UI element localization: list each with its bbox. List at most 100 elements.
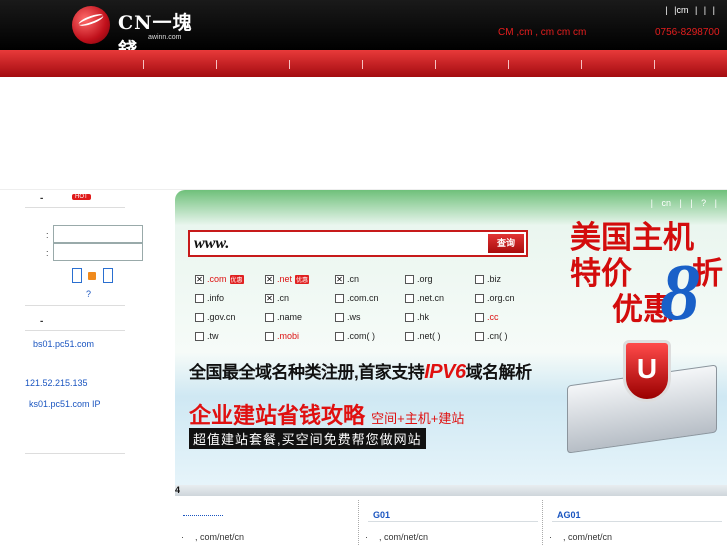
main-nav	[0, 50, 727, 77]
tld-checkbox[interactable]	[265, 312, 274, 322]
password-input[interactable]	[53, 243, 143, 261]
tld-option[interactable]: .name	[265, 312, 302, 322]
promo-package-line[interactable]: 超值建站套餐,买空间免费帮您做网站	[189, 428, 426, 449]
tld-option[interactable]: .hk	[405, 312, 429, 322]
tld-option[interactable]: ✕ .com 优惠	[195, 274, 244, 284]
tld-label: .ws	[347, 312, 361, 322]
nav-separator	[435, 60, 436, 69]
promo-website-sub: 空间+主机+建站	[371, 411, 465, 426]
tld-checkbox[interactable]	[405, 312, 414, 322]
tld-option[interactable]: .biz	[475, 274, 501, 284]
dns-server-2[interactable]: ks01.pc51.com IP	[29, 399, 101, 409]
tld-checkbox[interactable]	[195, 331, 204, 341]
dns-server-1[interactable]: bs01.pc51.com	[33, 339, 94, 349]
tld-option[interactable]: .tw	[195, 331, 219, 341]
tld-checkbox[interactable]	[475, 312, 484, 322]
tld-option[interactable]: .net.cn	[405, 293, 444, 303]
nav-separator	[508, 60, 509, 69]
tld-checkbox[interactable]	[405, 331, 414, 341]
tld-option[interactable]: .info	[195, 293, 224, 303]
product-col-3-title[interactable]: AG01	[557, 510, 581, 520]
top-links[interactable]: | |cm | | |	[665, 5, 715, 15]
tld-label: .net( )	[417, 331, 441, 341]
tld-checkbox[interactable]	[475, 293, 484, 303]
tld-option[interactable]: ✕ .cn	[335, 274, 359, 284]
divider	[368, 521, 538, 522]
tld-option[interactable]: .org	[405, 274, 433, 284]
tld-checkbox[interactable]	[475, 274, 484, 284]
usa-hosting-promo[interactable]: 美国主机 特价折 优惠	[570, 220, 723, 328]
tld-checkbox[interactable]	[405, 274, 414, 284]
tld-option[interactable]: .cc	[475, 312, 499, 322]
tld-option[interactable]: .cn( )	[475, 331, 508, 341]
tld-checkbox[interactable]	[335, 331, 344, 341]
logo-emblem-icon	[72, 6, 110, 44]
tld-label: .cn	[277, 293, 290, 303]
tld-checkbox[interactable]: ✕	[265, 293, 274, 303]
product-col-2-text: , com/net/cn	[379, 532, 429, 542]
tld-option[interactable]: .gov.cn	[195, 312, 235, 322]
discount-badge: 优惠	[295, 274, 310, 284]
dns-section-title: -	[40, 316, 44, 327]
forgot-password-link[interactable]: ?	[86, 289, 91, 299]
domain-search-input[interactable]	[194, 234, 484, 253]
tld-option[interactable]: .mobi	[265, 331, 299, 341]
section-strip: 4	[175, 485, 727, 496]
promo-website-line[interactable]: 企业建站省钱攻略 空间+主机+建站	[189, 398, 464, 430]
dns-ip: 121.52.215.135	[25, 378, 88, 388]
username-input[interactable]	[53, 225, 143, 243]
product-col-1-title[interactable]	[183, 515, 223, 516]
password-label: :	[46, 248, 49, 258]
discount-badge: 优惠	[229, 274, 244, 284]
tld-checkbox[interactable]: ✕	[265, 274, 274, 284]
usa-discount-line: 特价折	[570, 256, 723, 292]
tld-checkbox[interactable]	[265, 331, 274, 341]
tld-option[interactable]: .com( )	[335, 331, 375, 341]
captcha-icon	[88, 272, 96, 280]
tld-label: .gov.cn	[207, 312, 236, 322]
tld-checkbox[interactable]: ✕	[335, 274, 344, 284]
tld-checkbox[interactable]	[405, 293, 414, 303]
tld-option[interactable]: .net( )	[405, 331, 441, 341]
tld-checkbox[interactable]	[335, 293, 344, 303]
tld-checkbox[interactable]	[335, 312, 344, 322]
tld-label: .org	[417, 274, 433, 284]
top-info-text: CM ,cm , cm cm cm	[498, 27, 587, 38]
login-button[interactable]	[72, 268, 82, 283]
tld-label: .tw	[207, 331, 219, 341]
tld-label: .cn	[347, 274, 360, 284]
usa-eight-digit: 8	[660, 249, 700, 337]
login-section-title: -	[40, 193, 44, 204]
divider	[25, 305, 125, 306]
tld-option[interactable]: ✕ .net 优惠	[265, 274, 310, 284]
tld-option[interactable]: .ws	[335, 312, 361, 322]
tld-label: .com	[207, 274, 227, 284]
promo-ipv6-text-a: 全国最全域名种类注册,首家支持	[189, 363, 425, 382]
phone-number: 0756-8298700	[655, 27, 720, 38]
product-col-3-bullet-icon: ·	[549, 532, 552, 542]
nav-separator	[362, 60, 363, 69]
tld-label: .biz	[487, 274, 502, 284]
tld-option[interactable]: .com.cn	[335, 293, 379, 303]
tld-checkbox[interactable]: ✕	[195, 274, 204, 284]
promo-ipv6-highlight: IPV6	[424, 361, 466, 383]
tld-label: .hk	[417, 312, 430, 322]
domain-search-box: 查询	[188, 230, 528, 257]
nav-separator	[289, 60, 290, 69]
tld-checkbox[interactable]	[475, 331, 484, 341]
register-button[interactable]	[103, 268, 113, 283]
tld-checkbox[interactable]	[195, 293, 204, 303]
usa-youhui: 优惠	[612, 292, 674, 328]
tld-label: .name	[277, 312, 303, 322]
tld-checkbox[interactable]	[195, 312, 204, 322]
nav-separator	[216, 60, 217, 69]
tld-option[interactable]: ✕ .cn	[265, 293, 289, 303]
panel-top-links[interactable]: | cn | | ? |	[651, 198, 717, 208]
site-logo[interactable]: CN一塊錢 awinn.com	[70, 6, 212, 61]
promo-ipv6-text-c: 域名解析	[465, 363, 533, 382]
tld-option[interactable]: .org.cn	[475, 293, 515, 303]
search-button[interactable]: 查询	[488, 234, 524, 253]
product-col-2-title[interactable]: G01	[373, 510, 390, 520]
column-separator	[358, 500, 359, 545]
shield-icon: U	[623, 340, 671, 402]
